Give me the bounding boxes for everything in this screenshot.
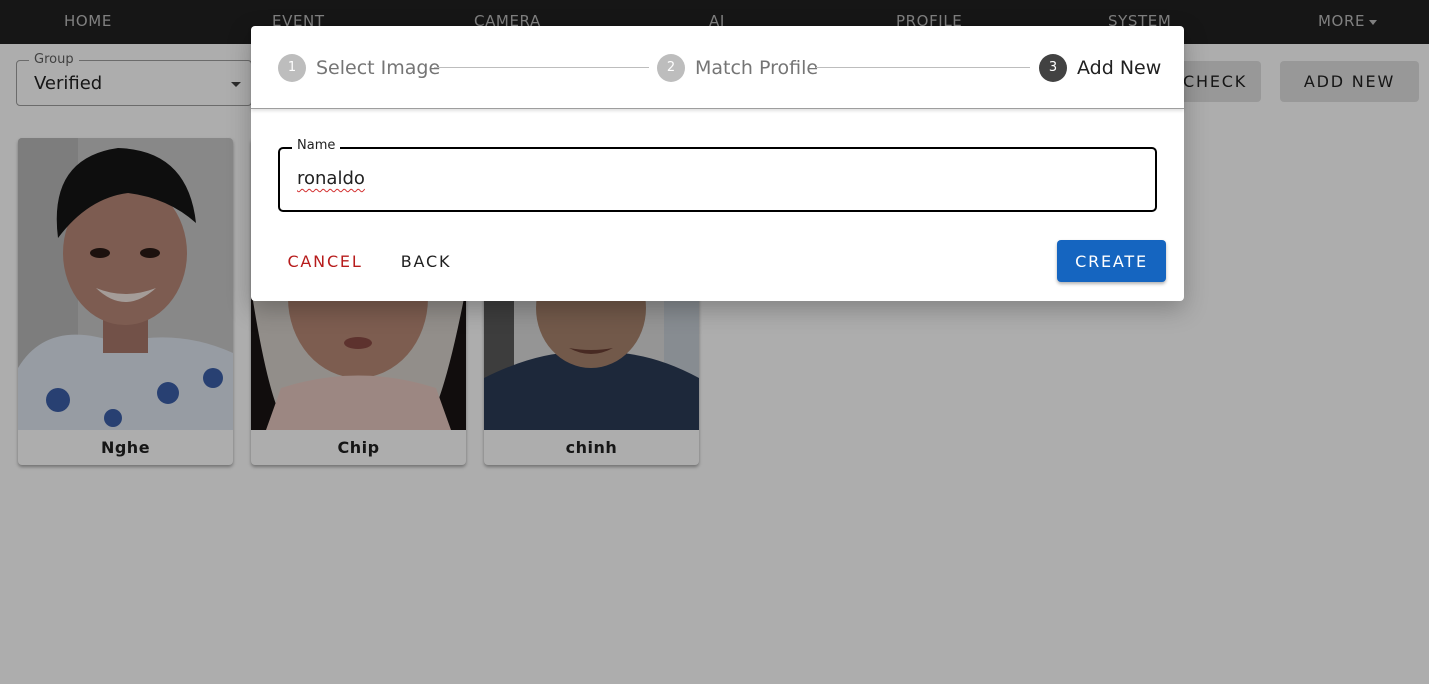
step-number-badge: 1 <box>278 53 306 82</box>
step-connector <box>434 67 649 68</box>
back-button[interactable]: BACK <box>390 240 462 282</box>
cancel-button[interactable]: CANCEL <box>278 240 372 282</box>
name-field-label: Name <box>292 138 341 153</box>
step-add-new: 3 Add New <box>1039 53 1161 82</box>
step-connector <box>816 67 1030 68</box>
step-select-image: 1 Select Image <box>278 53 440 82</box>
step-label: Select Image <box>316 56 441 79</box>
name-input[interactable]: ronaldo <box>297 168 365 189</box>
add-new-profile-dialog: 1 Select Image 2 Match Profile 3 Add New… <box>251 26 1184 301</box>
step-match-profile: 2 Match Profile <box>657 53 818 82</box>
name-field[interactable]: Name ronaldo <box>278 138 1157 212</box>
step-label: Add New <box>1077 56 1162 79</box>
create-button-label: CREATE <box>1075 251 1148 271</box>
step-number-badge: 2 <box>657 53 685 82</box>
create-button[interactable]: CREATE <box>1057 240 1166 282</box>
cancel-button-label: CANCEL <box>287 251 363 271</box>
back-button-label: BACK <box>400 251 452 271</box>
step-label: Match Profile <box>695 56 819 79</box>
stepper: 1 Select Image 2 Match Profile 3 Add New <box>251 26 1184 109</box>
step-number-badge: 3 <box>1039 53 1067 82</box>
